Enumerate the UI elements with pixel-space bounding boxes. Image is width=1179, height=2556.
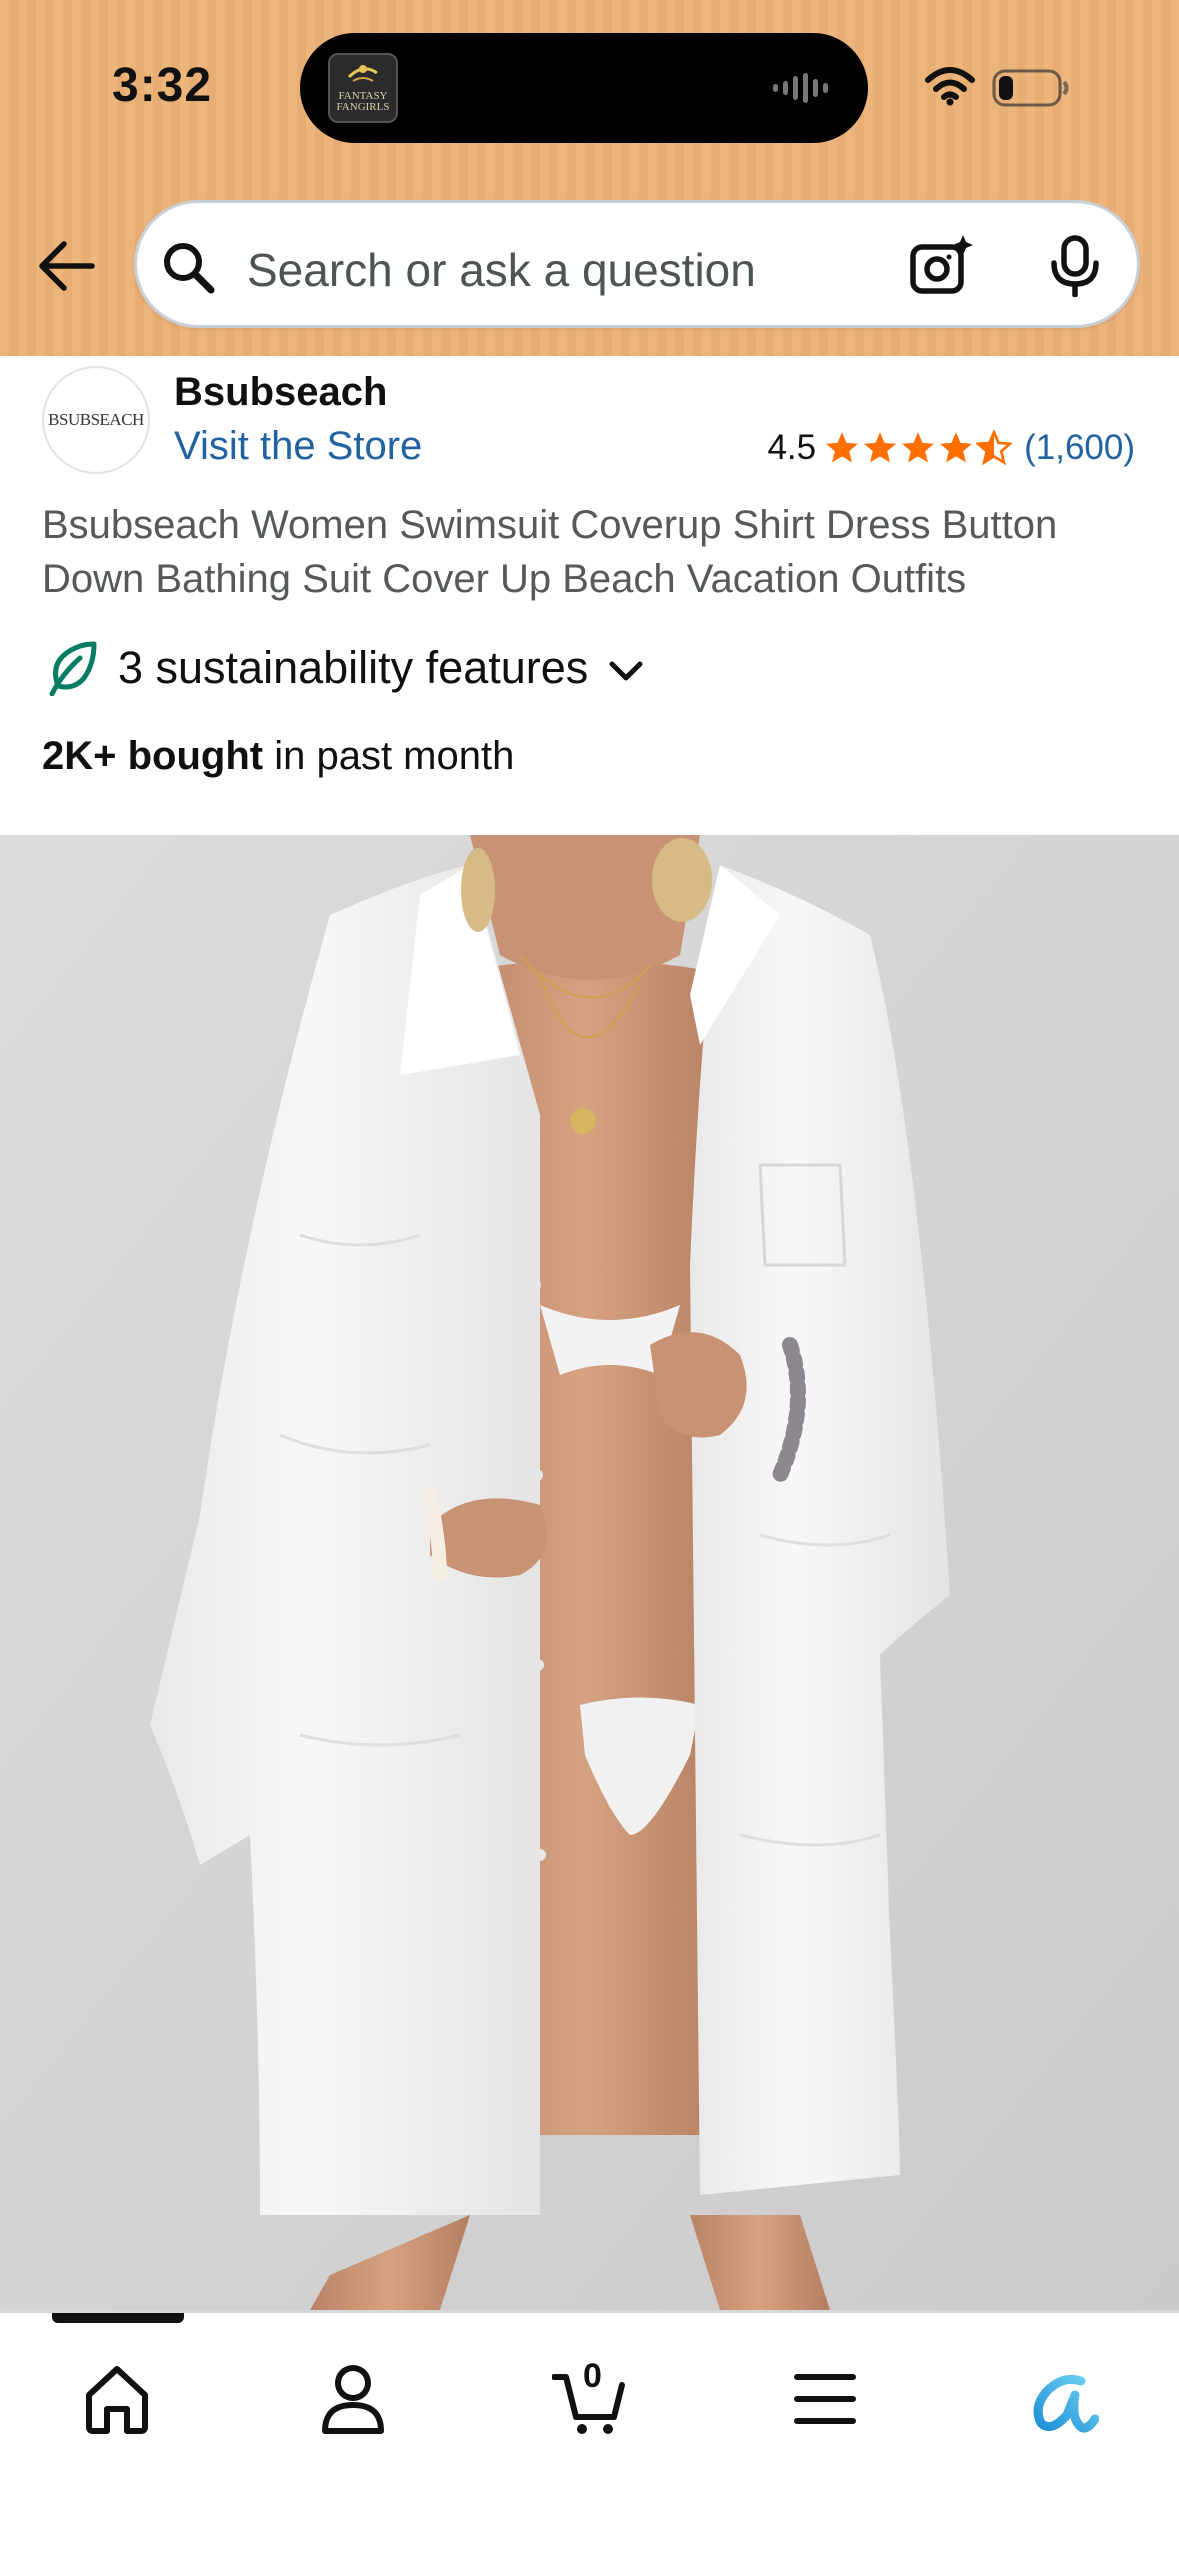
camera-icon[interactable]: [909, 233, 973, 297]
sustainability-features-toggle[interactable]: 3 sustainability features: [48, 640, 646, 696]
star-rating: [824, 430, 1013, 466]
active-tab-indicator: [52, 2313, 184, 2323]
nav-cart[interactable]: 0: [540, 2349, 640, 2449]
user-icon: [322, 2365, 384, 2434]
search-icon: [164, 243, 215, 294]
battery-icon: [992, 69, 1069, 107]
search-bar[interactable]: Search or ask a question: [134, 200, 1140, 328]
rating-summary[interactable]: 4.5 (1,600): [767, 428, 1135, 468]
product-title: Bsubseach Women Swimsuit Coverup Shirt D…: [42, 503, 1058, 601]
star-full-icon: [826, 432, 858, 463]
rufus-ai-icon: [1033, 2374, 1099, 2433]
wifi-icon: [925, 67, 975, 106]
status-time: 3:32: [112, 59, 213, 112]
star-half-icon: [976, 430, 1013, 466]
bought-period: in past month: [263, 734, 515, 778]
sustainability-label: 3 sustainability features: [118, 642, 589, 693]
product-photo: [0, 835, 1179, 2310]
dynamic-island[interactable]: FANTASY FANGIRLS: [300, 33, 868, 143]
leaf-icon: [49, 641, 97, 696]
header: 3:32 FANTASY FANGIRLS Search or ask a qu…: [0, 0, 1179, 356]
chevron-down-icon: [609, 661, 643, 681]
nav-home[interactable]: [67, 2349, 167, 2449]
nav-rufus[interactable]: [1011, 2349, 1111, 2449]
nav-account[interactable]: [303, 2349, 403, 2449]
back-arrow-icon[interactable]: [36, 236, 96, 296]
bought-in-past-month: 2K+ bought in past month: [42, 734, 514, 779]
artwork-logo-icon: [347, 65, 378, 82]
product-image[interactable]: [0, 835, 1179, 2310]
mic-icon[interactable]: [1047, 235, 1103, 297]
audio-waveform-icon: [773, 73, 828, 103]
store-logo-text: BSUBSEACH: [48, 410, 144, 429]
rating-count[interactable]: (1,600): [1024, 428, 1135, 468]
search-input[interactable]: Search or ask a question: [247, 243, 756, 297]
bottom-navigation: 0: [0, 2310, 1179, 2556]
star-full-icon: [902, 432, 934, 463]
star-full-icon: [864, 432, 896, 463]
home-icon: [86, 2366, 148, 2434]
menu-icon: [794, 2374, 856, 2424]
store-logo[interactable]: BSUBSEACH: [42, 366, 150, 474]
rating-value: 4.5: [767, 428, 817, 467]
nav-menu[interactable]: [775, 2349, 875, 2449]
now-playing-artwork: FANTASY FANGIRLS: [328, 53, 398, 123]
bought-count: 2K+ bought: [42, 734, 264, 778]
store-name: Bsubseach: [174, 370, 388, 414]
artwork-text: FANTASY FANGIRLS: [336, 90, 390, 113]
visit-store-link[interactable]: Visit the Store: [174, 424, 422, 469]
cart-count: 0: [583, 2357, 602, 2395]
star-full-icon: [940, 432, 972, 463]
